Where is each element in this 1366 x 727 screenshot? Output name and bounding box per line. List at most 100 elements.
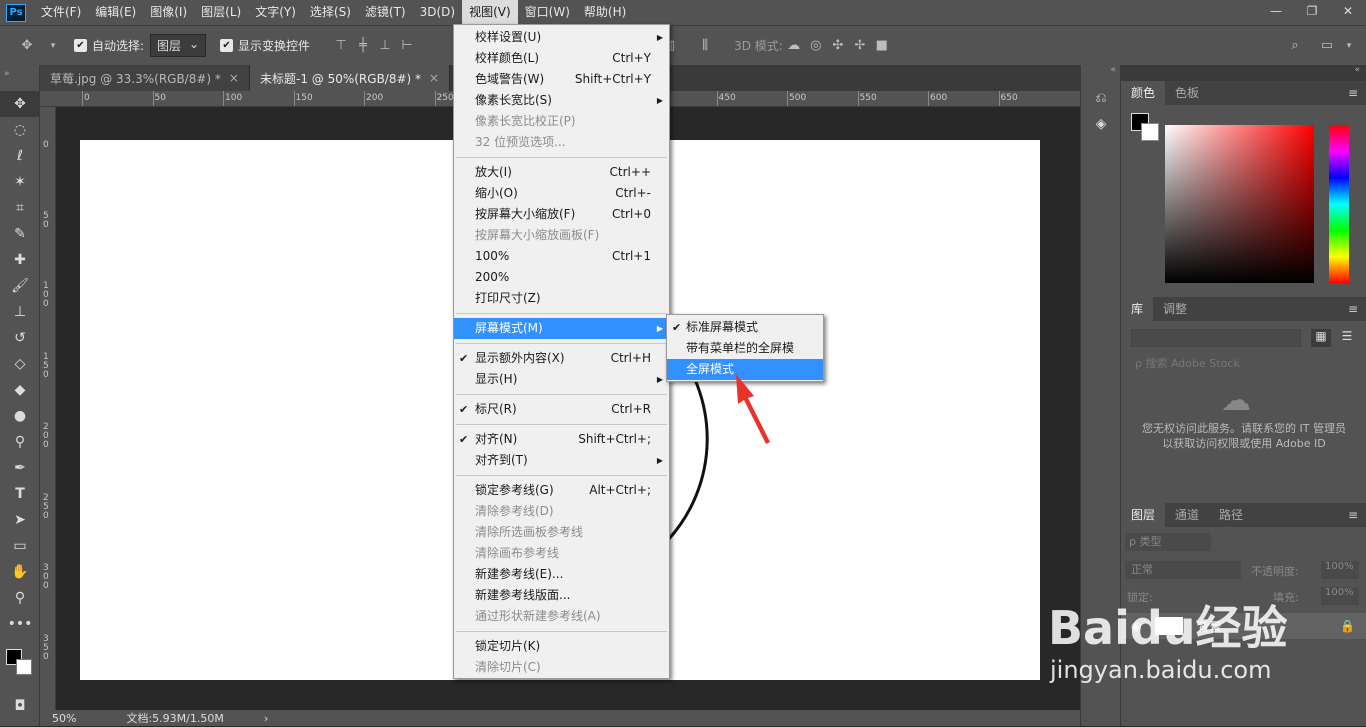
eraser-tool[interactable]: ◇ xyxy=(0,351,40,377)
menu-item[interactable]: 文件(F) xyxy=(34,0,88,25)
tab-close-icon[interactable]: × xyxy=(229,71,239,85)
view-menu-item[interactable]: 200% xyxy=(454,267,669,288)
quick-mask-icon[interactable]: ◘ xyxy=(0,693,40,719)
marquee-tool[interactable]: ◌ xyxy=(0,117,40,143)
panel-menu-icon[interactable]: ≡ xyxy=(1348,508,1358,522)
chevron-down-icon[interactable]: ▾ xyxy=(42,41,64,51)
tab-untitled[interactable]: 未标题-1 @ 50%(RGB/8#) * × xyxy=(249,65,451,91)
type-tool[interactable]: T xyxy=(0,481,40,507)
align-top-icon[interactable]: ⊤ xyxy=(330,38,352,53)
show-transform-checkbox[interactable]: ✔ xyxy=(220,39,234,52)
chevron-down-icon[interactable]: ▾ xyxy=(1338,41,1360,51)
view-menu-item[interactable]: 色域警告(W) Shift+Ctrl+Y xyxy=(454,69,669,90)
paint-bucket-tool[interactable]: ◆ xyxy=(0,377,40,403)
library-dropdown[interactable] xyxy=(1131,329,1301,347)
view-menu-item[interactable]: ✔ 标尺(R) Ctrl+R xyxy=(454,399,669,420)
chevron-right-icon[interactable]: › xyxy=(264,712,268,725)
more-tools-icon[interactable]: ••• xyxy=(0,611,40,637)
color-swatches[interactable] xyxy=(0,637,39,693)
menu-item[interactable]: 文字(Y) xyxy=(248,0,303,25)
view-menu-item[interactable]: 新建参考线版面... xyxy=(454,585,669,606)
blend-mode-dropdown[interactable]: 正常 xyxy=(1125,561,1241,579)
tab-color[interactable]: 颜色 xyxy=(1121,81,1166,105)
menu-item[interactable]: 窗口(W) xyxy=(518,0,577,25)
background-color[interactable] xyxy=(1141,123,1159,141)
camera-3d-icon[interactable]: ■ xyxy=(871,38,893,53)
workspace-icon[interactable]: ▭ xyxy=(1316,38,1338,53)
collapse-icon[interactable]: » xyxy=(0,65,39,91)
view-menu-item[interactable]: ✔ 显示额外内容(X) Ctrl+H xyxy=(454,348,669,369)
view-menu-item[interactable]: 锁定参考线(G) Alt+Ctrl+; xyxy=(454,480,669,501)
crop-tool[interactable]: ⌗ xyxy=(0,195,40,221)
view-menu-item[interactable]: 像素长宽比(S) ▶ xyxy=(454,90,669,111)
blur-tool[interactable]: ● xyxy=(0,403,40,429)
collapse-icon[interactable]: « xyxy=(1121,65,1366,81)
color-field[interactable] xyxy=(1165,125,1314,283)
slide-3d-icon[interactable]: ✢ xyxy=(849,38,871,53)
view-menu-item[interactable]: 缩小(O) Ctrl+- xyxy=(454,183,669,204)
menu-item[interactable]: 3D(D) xyxy=(413,0,462,25)
auto-select-dropdown[interactable]: 图层 ⌄ xyxy=(150,34,207,57)
stamp-tool[interactable]: ⊥ xyxy=(0,299,40,325)
hand-tool[interactable]: ✋ xyxy=(0,559,40,585)
view-menu-item[interactable]: 校样颜色(L) Ctrl+Y xyxy=(454,48,669,69)
close-icon[interactable]: ✕ xyxy=(1330,0,1366,22)
screen-mode-item[interactable]: ✔ 标准屏幕模式 xyxy=(667,317,823,338)
view-menu-item[interactable]: 100% Ctrl+1 xyxy=(454,246,669,267)
panel-menu-icon[interactable]: ≡ xyxy=(1348,302,1358,316)
menu-item[interactable]: 图像(I) xyxy=(143,0,194,25)
align-bottom-icon[interactable]: ⊥ xyxy=(374,38,396,53)
menu-item[interactable]: 选择(S) xyxy=(303,0,358,25)
3d-panel-icon[interactable]: ◈ xyxy=(1081,111,1121,137)
tab-layers[interactable]: 图层 xyxy=(1121,503,1166,527)
hue-slider[interactable] xyxy=(1329,125,1349,283)
pen-tool[interactable]: ✒ xyxy=(0,455,40,481)
background-color[interactable] xyxy=(16,659,32,675)
zoom-tool[interactable]: ⚲ xyxy=(0,585,40,611)
view-menu-item[interactable]: 显示(H) ▶ xyxy=(454,369,669,390)
brush-tool[interactable]: 🖌 xyxy=(0,273,40,299)
history-icon[interactable]: ⎌ xyxy=(1081,85,1121,111)
tab-swatches[interactable]: 色板 xyxy=(1165,81,1209,105)
collapse-icon[interactable]: « xyxy=(1081,65,1120,81)
view-menu-item[interactable]: ✔ 对齐(N) Shift+Ctrl+; xyxy=(454,429,669,450)
list-view-icon[interactable]: ☰ xyxy=(1337,329,1357,347)
distribute-h-icon[interactable]: ⫼ xyxy=(694,38,716,53)
stock-search-input[interactable]: ρ 搜索 Adobe Stock xyxy=(1131,355,1357,373)
grid-view-icon[interactable]: ▦ xyxy=(1311,329,1331,347)
menu-item[interactable]: 视图(V) xyxy=(462,0,518,25)
tab-channels[interactable]: 通道 xyxy=(1165,503,1209,527)
history-brush-tool[interactable]: ↺ xyxy=(0,325,40,351)
menu-item[interactable]: 滤镜(T) xyxy=(358,0,413,25)
move-tool-icon[interactable]: ✥ xyxy=(12,38,42,53)
move-tool[interactable]: ✥ xyxy=(0,91,40,117)
pan-3d-icon[interactable]: ✣ xyxy=(827,38,849,53)
tab-close-icon[interactable]: × xyxy=(429,71,439,85)
restore-icon[interactable]: ❐ xyxy=(1294,0,1330,22)
path-selection-tool[interactable]: ➤ xyxy=(0,507,40,533)
panel-menu-icon[interactable]: ≡ xyxy=(1348,86,1358,100)
zoom-level[interactable]: 50% xyxy=(52,712,76,725)
align-vcenter-icon[interactable]: ╪ xyxy=(352,38,374,53)
view-menu-item[interactable]: 放大(I) Ctrl++ xyxy=(454,162,669,183)
tab-strawberry[interactable]: 草莓.jpg @ 33.3%(RGB/8#) * × xyxy=(40,65,250,91)
healing-brush-tool[interactable]: ✚ xyxy=(0,247,40,273)
menu-item[interactable]: 编辑(E) xyxy=(88,0,143,25)
view-menu-item[interactable]: 锁定切片(K) xyxy=(454,636,669,657)
layer-kind-filter[interactable]: ρ 类型 xyxy=(1125,533,1211,551)
tab-libraries[interactable]: 库 xyxy=(1121,297,1154,321)
vertical-ruler[interactable]: 0 50 100 150 200 250 300 350 xyxy=(40,107,56,710)
magic-wand-tool[interactable]: ✶ xyxy=(0,169,40,195)
tab-paths[interactable]: 路径 xyxy=(1209,503,1253,527)
dodge-tool[interactable]: ⚲ xyxy=(0,429,40,455)
view-menu-item[interactable]: 校样设置(U) ▶ xyxy=(454,27,669,48)
search-icon[interactable]: ⌕ xyxy=(1284,38,1306,53)
view-menu-item[interactable]: 对齐到(T) ▶ xyxy=(454,450,669,471)
eyedropper-tool[interactable]: ✎ xyxy=(0,221,40,247)
opacity-input[interactable]: 100% xyxy=(1321,561,1359,579)
align-left-icon[interactable]: ⊢ xyxy=(396,38,418,53)
lasso-tool[interactable]: ℓ xyxy=(0,143,40,169)
roll-3d-icon[interactable]: ◎ xyxy=(805,38,827,53)
auto-select-checkbox[interactable]: ✔ xyxy=(74,39,87,52)
view-menu-item[interactable]: 新建参考线(E)... xyxy=(454,564,669,585)
